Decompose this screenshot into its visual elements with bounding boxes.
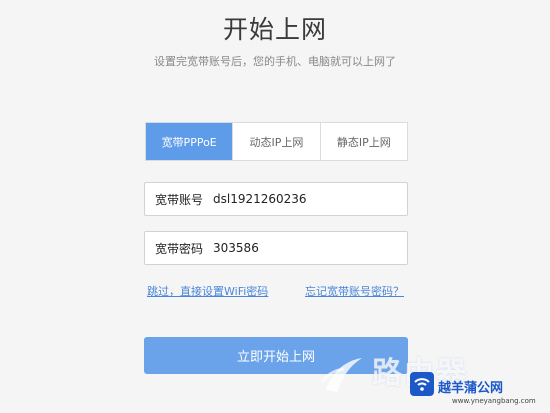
wifi-badge-icon	[410, 372, 434, 396]
page-title: 开始上网	[222, 15, 327, 44]
password-field: 宽带密码	[144, 231, 408, 265]
connection-type-tabs: 宽带PPPoE 动态IP上网 静态IP上网	[145, 122, 408, 161]
skip-to-wifi-link[interactable]: 跳过，直接设置WiFi密码	[147, 283, 268, 299]
watermark-swirl-icon	[320, 358, 362, 392]
password-input[interactable]	[213, 241, 384, 255]
account-input[interactable]	[213, 192, 384, 206]
page-subtitle: 设置完宽带账号后，您的手机、电脑就可以上网了	[154, 55, 396, 68]
account-field: 宽带账号	[144, 182, 408, 216]
start-internet-button[interactable]: 立即开始上网	[144, 337, 408, 374]
tab-static-ip[interactable]: 静态IP上网	[321, 123, 407, 160]
forgot-account-link[interactable]: 忘记宽带账号密码？	[305, 283, 404, 299]
password-label: 宽带密码	[155, 241, 204, 256]
watermark-brand: 越羊蒲公网	[438, 381, 504, 396]
tab-dynamic-ip[interactable]: 动态IP上网	[233, 123, 321, 160]
tab-pppoe[interactable]: 宽带PPPoE	[146, 123, 234, 160]
account-label: 宽带账号	[155, 192, 204, 207]
watermark-site: www.yneyangbang.com	[452, 397, 536, 405]
